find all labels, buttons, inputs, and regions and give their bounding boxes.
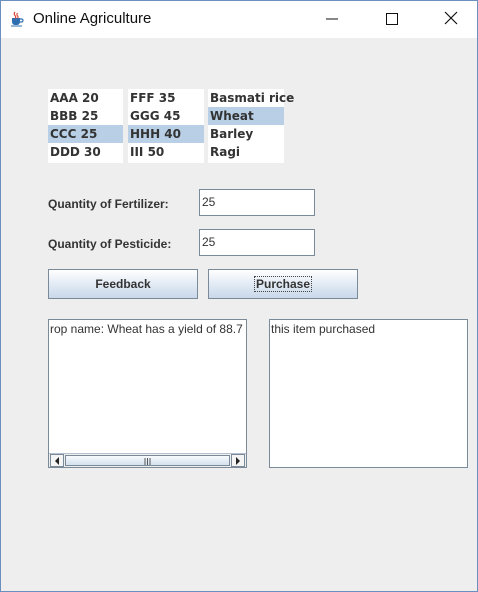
minimize-button[interactable] <box>309 1 355 38</box>
list-item[interactable]: GGG 45 <box>128 107 204 125</box>
pesticide-quantity-field[interactable]: 25 <box>199 229 315 256</box>
list-item[interactable]: FFF 35 <box>128 89 204 107</box>
list-item-selected[interactable]: HHH 40 <box>128 125 204 143</box>
minimize-icon <box>326 10 338 29</box>
horizontal-scrollbar[interactable] <box>49 453 246 467</box>
pesticide-list[interactable]: FFF 35 GGG 45 HHH 40 III 50 <box>128 89 204 163</box>
fertilizer-list[interactable]: AAA 20 BBB 25 CCC 25 DDD 30 <box>48 89 123 163</box>
pesticide-label: Quantity of Pesticide: <box>48 237 172 251</box>
feedback-button[interactable]: Feedback <box>48 269 198 299</box>
list-item[interactable]: Basmati rice <box>208 89 294 107</box>
purchase-button[interactable]: Purchase <box>208 269 358 299</box>
purchase-status-textarea[interactable]: this item purchased <box>269 319 468 468</box>
crop-list[interactable]: Basmati rice Wheat Barley Ragi <box>208 89 294 163</box>
feedback-button-label: Feedback <box>95 277 151 291</box>
close-button[interactable] <box>428 1 474 38</box>
java-cup-icon <box>9 11 25 27</box>
list-item-selected[interactable]: Wheat <box>208 107 284 125</box>
maximize-icon <box>386 10 398 29</box>
purchase-status-text: this item purchased <box>271 322 376 336</box>
scroll-thumb[interactable] <box>65 455 230 466</box>
list-item[interactable]: Barley <box>208 125 284 143</box>
close-icon <box>444 10 458 29</box>
arrow-left-icon <box>54 454 60 468</box>
list-item[interactable]: Ragi <box>208 143 284 161</box>
scroll-left-button[interactable] <box>50 454 64 467</box>
grip-icon <box>144 454 151 468</box>
fertilizer-quantity-field[interactable]: 25 <box>199 189 315 216</box>
title-bar[interactable]: Online Agriculture <box>1 1 477 38</box>
list-item[interactable]: DDD 30 <box>48 143 123 161</box>
app-window: Online Agriculture AAA 20 BBB 25 CCC 25 … <box>0 0 478 592</box>
arrow-right-icon <box>235 454 241 468</box>
maximize-button[interactable] <box>369 1 415 38</box>
list-item[interactable]: BBB 25 <box>48 107 123 125</box>
purchase-button-label: Purchase <box>253 276 313 292</box>
crop-info-text: rop name: Wheat has a yield of 88.7 <box>50 322 243 336</box>
scroll-right-button[interactable] <box>231 454 245 467</box>
list-item[interactable]: III 50 <box>128 143 204 161</box>
crop-info-textarea[interactable]: rop name: Wheat has a yield of 88.7 <box>48 319 247 468</box>
list-item-selected[interactable]: CCC 25 <box>48 125 123 143</box>
window-title: Online Agriculture <box>33 10 152 27</box>
list-item[interactable]: AAA 20 <box>48 89 123 107</box>
fertilizer-label: Quantity of Fertilizer: <box>48 197 169 211</box>
